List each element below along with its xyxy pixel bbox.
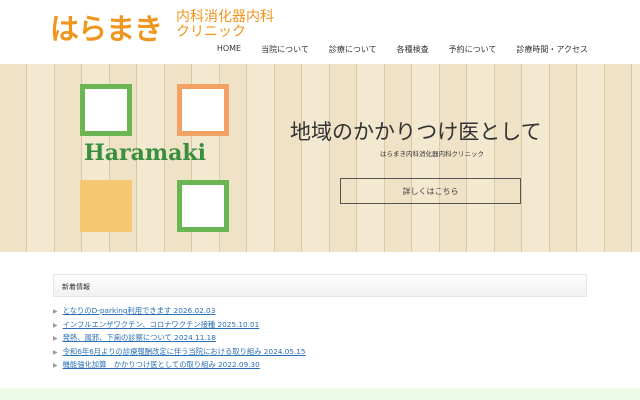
logo-subtitle: 内科消化器内科 クリニック [176, 10, 274, 40]
nav-about[interactable]: 当院について [261, 44, 309, 55]
triangle-right-icon: ▶ [53, 335, 58, 342]
news-item: ▶ 令和6年6月よりの診療報酬改定に伴う当院における取り組み 2024.05.15 [53, 346, 306, 360]
triangle-right-icon: ▶ [53, 348, 58, 356]
news-link[interactable]: となりのD-parking利用できます 2026.02.03 [63, 306, 216, 315]
news-link[interactable]: 令和6年6月よりの診療報酬改定に伴う当院における取り組み 2024.05.15 [63, 347, 306, 356]
green-square-logo-mark [80, 84, 132, 136]
site-header: はらまき 内科消化器内科 クリニック HOME 当院について 診療について 各種検… [0, 0, 640, 64]
hero-banner: Haramaki 地域のかかりつけ医として はらまき内科消化器内科クリニック 詳… [0, 64, 640, 252]
triangle-right-icon: ▶ [53, 362, 58, 369]
main-nav: HOME 当院について 診療について 各種検査 予約について 診療時間・アクセス [217, 44, 588, 55]
news-item: ▶ となりのD-parking利用できます 2026.02.03 [53, 305, 306, 319]
hero-title: 地域のかかりつけ医として [290, 120, 542, 144]
details-button[interactable]: 詳しくはこちら [340, 178, 521, 204]
logo[interactable]: はらまき [50, 6, 163, 48]
news-link[interactable]: 発熱、風邪、下痢の診察について 2024.11.18 [63, 333, 216, 342]
nav-hours-access[interactable]: 診療時間・アクセス [516, 44, 588, 55]
nav-treatment[interactable]: 診療について [329, 44, 377, 55]
news-link[interactable]: インフルエンザワクチン、コロナワクチン接種 2025.10.01 [63, 320, 260, 329]
news-heading: 新着情報 [53, 274, 587, 297]
news-item: ▶ 機能強化加算 かかりつけ医としての取り組み 2022.09.30 [53, 359, 306, 373]
orange-square-logo-mark [177, 84, 229, 136]
hero-subtitle: はらまき内科消化器内科クリニック [380, 150, 484, 158]
news-item: ▶ 発熱、風邪、下痢の診察について 2024.11.18 [53, 332, 306, 346]
triangle-right-icon: ▶ [53, 321, 58, 329]
news-link[interactable]: 機能強化加算 かかりつけ医としての取り組み 2022.09.30 [63, 360, 260, 369]
footer-band [0, 388, 640, 400]
news-item: ▶ インフルエンザワクチン、コロナワクチン接種 2025.10.01 [53, 319, 306, 333]
news-list: ▶ となりのD-parking利用できます 2026.02.03 ▶ インフルエンザ… [53, 305, 306, 373]
brand-name: Haramaki [84, 140, 207, 166]
green-square-logo-mark-2 [177, 180, 229, 232]
triangle-right-icon: ▶ [53, 308, 58, 315]
yellow-square-logo-mark [80, 180, 132, 232]
logo-sub-line2: クリニック [176, 24, 246, 40]
nav-home[interactable]: HOME [217, 44, 241, 55]
nav-exams[interactable]: 各種検査 [397, 44, 429, 55]
nav-reservation[interactable]: 予約について [449, 44, 497, 55]
logo-sub-line1: 内科消化器内科 [176, 9, 274, 25]
